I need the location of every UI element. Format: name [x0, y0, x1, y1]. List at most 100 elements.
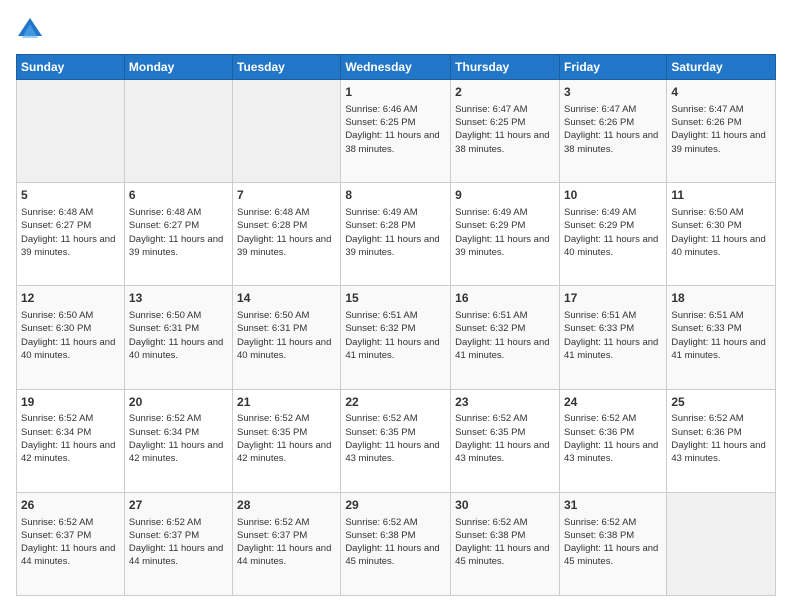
day-info: Sunrise: 6:50 AM Sunset: 6:31 PM Dayligh…	[129, 309, 228, 362]
header	[16, 16, 776, 44]
weekday-header-friday: Friday	[559, 55, 666, 80]
day-number: 27	[129, 497, 228, 514]
day-number: 18	[671, 290, 771, 307]
day-info: Sunrise: 6:52 AM Sunset: 6:38 PM Dayligh…	[455, 516, 555, 569]
day-info: Sunrise: 6:50 AM Sunset: 6:31 PM Dayligh…	[237, 309, 336, 362]
day-number: 9	[455, 187, 555, 204]
day-number: 1	[345, 84, 446, 101]
day-number: 29	[345, 497, 446, 514]
calendar-cell: 8 Sunrise: 6:49 AM Sunset: 6:28 PM Daylig…	[341, 183, 451, 286]
day-number: 14	[237, 290, 336, 307]
day-info: Sunrise: 6:52 AM Sunset: 6:36 PM Dayligh…	[564, 412, 662, 465]
day-number: 5	[21, 187, 120, 204]
calendar-cell: 19Sunrise: 6:52 AM Sunset: 6:34 PM Dayli…	[17, 389, 125, 492]
week-row-3: 12 Sunrise: 6:50 AM Sunset: 6:30 PM Dayli…	[17, 286, 776, 389]
day-info: Sunrise: 6:47 AM Sunset: 6:26 PM Dayligh…	[564, 103, 662, 156]
weekday-header-wednesday: Wednesday	[341, 55, 451, 80]
calendar-cell: 2Sunrise: 6:47 AM Sunset: 6:25 PM Daylig…	[451, 80, 560, 183]
day-number: 11	[671, 187, 771, 204]
day-info: Sunrise: 6:49 AM Sunset: 6:29 PM Dayligh…	[455, 206, 555, 259]
day-info: Sunrise: 6:51 AM Sunset: 6:32 PM Dayligh…	[345, 309, 446, 362]
day-info: Sunrise: 6:48 AM Sunset: 6:27 PM Dayligh…	[129, 206, 228, 259]
day-info: Sunrise: 6:47 AM Sunset: 6:26 PM Dayligh…	[671, 103, 771, 156]
day-number: 13	[129, 290, 228, 307]
calendar-cell: 31Sunrise: 6:52 AM Sunset: 6:38 PM Dayli…	[559, 492, 666, 595]
day-info: Sunrise: 6:49 AM Sunset: 6:29 PM Dayligh…	[564, 206, 662, 259]
calendar-cell: 29 Sunrise: 6:52 AM Sunset: 6:38 PM Dayli…	[341, 492, 451, 595]
day-number: 22	[345, 394, 446, 411]
day-number: 21	[237, 394, 336, 411]
day-info: Sunrise: 6:52 AM Sunset: 6:34 PM Dayligh…	[21, 412, 120, 465]
calendar-cell: 22Sunrise: 6:52 AM Sunset: 6:35 PM Dayli…	[341, 389, 451, 492]
calendar-cell: 28 Sunrise: 6:52 AM Sunset: 6:37 PM Dayli…	[233, 492, 341, 595]
calendar-cell: 7Sunrise: 6:48 AM Sunset: 6:28 PM Daylig…	[233, 183, 341, 286]
day-number: 28	[237, 497, 336, 514]
day-number: 6	[129, 187, 228, 204]
calendar-cell	[17, 80, 125, 183]
day-number: 3	[564, 84, 662, 101]
calendar-cell: 26Sunrise: 6:52 AM Sunset: 6:37 PM Dayli…	[17, 492, 125, 595]
logo-icon	[16, 16, 44, 44]
day-number: 20	[129, 394, 228, 411]
day-info: Sunrise: 6:52 AM Sunset: 6:35 PM Dayligh…	[237, 412, 336, 465]
day-info: Sunrise: 6:52 AM Sunset: 6:37 PM Dayligh…	[129, 516, 228, 569]
weekday-header-row: SundayMondayTuesdayWednesdayThursdayFrid…	[17, 55, 776, 80]
calendar-cell: 15Sunrise: 6:51 AM Sunset: 6:32 PM Dayli…	[341, 286, 451, 389]
calendar-cell: 1 Sunrise: 6:46 AM Sunset: 6:25 PM Daylig…	[341, 80, 451, 183]
calendar-cell: 16 Sunrise: 6:51 AM Sunset: 6:32 PM Dayli…	[451, 286, 560, 389]
weekday-header-saturday: Saturday	[667, 55, 776, 80]
calendar-cell: 6 Sunrise: 6:48 AM Sunset: 6:27 PM Daylig…	[124, 183, 232, 286]
calendar-cell: 24Sunrise: 6:52 AM Sunset: 6:36 PM Dayli…	[559, 389, 666, 492]
calendar-cell: 9 Sunrise: 6:49 AM Sunset: 6:29 PM Daylig…	[451, 183, 560, 286]
day-info: Sunrise: 6:51 AM Sunset: 6:33 PM Dayligh…	[671, 309, 771, 362]
calendar-cell: 3 Sunrise: 6:47 AM Sunset: 6:26 PM Daylig…	[559, 80, 666, 183]
calendar-cell: 27 Sunrise: 6:52 AM Sunset: 6:37 PM Dayli…	[124, 492, 232, 595]
calendar-cell: 21Sunrise: 6:52 AM Sunset: 6:35 PM Dayli…	[233, 389, 341, 492]
day-info: Sunrise: 6:52 AM Sunset: 6:35 PM Dayligh…	[345, 412, 446, 465]
day-number: 24	[564, 394, 662, 411]
calendar-cell: 4 Sunrise: 6:47 AM Sunset: 6:26 PM Daylig…	[667, 80, 776, 183]
week-row-5: 26Sunrise: 6:52 AM Sunset: 6:37 PM Dayli…	[17, 492, 776, 595]
day-number: 23	[455, 394, 555, 411]
calendar-cell: 5 Sunrise: 6:48 AM Sunset: 6:27 PM Daylig…	[17, 183, 125, 286]
calendar-cell: 23Sunrise: 6:52 AM Sunset: 6:35 PM Dayli…	[451, 389, 560, 492]
calendar-cell: 30 Sunrise: 6:52 AM Sunset: 6:38 PM Dayli…	[451, 492, 560, 595]
page: SundayMondayTuesdayWednesdayThursdayFrid…	[0, 0, 792, 612]
day-info: Sunrise: 6:52 AM Sunset: 6:38 PM Dayligh…	[345, 516, 446, 569]
calendar-cell: 25Sunrise: 6:52 AM Sunset: 6:36 PM Dayli…	[667, 389, 776, 492]
week-row-4: 19Sunrise: 6:52 AM Sunset: 6:34 PM Dayli…	[17, 389, 776, 492]
calendar-cell: 17 Sunrise: 6:51 AM Sunset: 6:33 PM Dayli…	[559, 286, 666, 389]
day-info: Sunrise: 6:50 AM Sunset: 6:30 PM Dayligh…	[21, 309, 120, 362]
day-number: 8	[345, 187, 446, 204]
day-info: Sunrise: 6:51 AM Sunset: 6:33 PM Dayligh…	[564, 309, 662, 362]
day-number: 19	[21, 394, 120, 411]
day-info: Sunrise: 6:48 AM Sunset: 6:27 PM Dayligh…	[21, 206, 120, 259]
day-info: Sunrise: 6:49 AM Sunset: 6:28 PM Dayligh…	[345, 206, 446, 259]
day-info: Sunrise: 6:48 AM Sunset: 6:28 PM Dayligh…	[237, 206, 336, 259]
calendar-cell: 14 Sunrise: 6:50 AM Sunset: 6:31 PM Dayli…	[233, 286, 341, 389]
day-number: 12	[21, 290, 120, 307]
calendar-cell: 18 Sunrise: 6:51 AM Sunset: 6:33 PM Dayli…	[667, 286, 776, 389]
day-number: 17	[564, 290, 662, 307]
calendar-cell	[667, 492, 776, 595]
logo	[16, 16, 48, 44]
weekday-header-sunday: Sunday	[17, 55, 125, 80]
day-number: 4	[671, 84, 771, 101]
day-info: Sunrise: 6:51 AM Sunset: 6:32 PM Dayligh…	[455, 309, 555, 362]
week-row-2: 5 Sunrise: 6:48 AM Sunset: 6:27 PM Daylig…	[17, 183, 776, 286]
calendar-cell	[124, 80, 232, 183]
day-number: 25	[671, 394, 771, 411]
weekday-header-tuesday: Tuesday	[233, 55, 341, 80]
day-info: Sunrise: 6:47 AM Sunset: 6:25 PM Dayligh…	[455, 103, 555, 156]
week-row-1: 1 Sunrise: 6:46 AM Sunset: 6:25 PM Daylig…	[17, 80, 776, 183]
day-info: Sunrise: 6:52 AM Sunset: 6:37 PM Dayligh…	[237, 516, 336, 569]
calendar-cell: 20Sunrise: 6:52 AM Sunset: 6:34 PM Dayli…	[124, 389, 232, 492]
day-number: 30	[455, 497, 555, 514]
day-number: 16	[455, 290, 555, 307]
calendar-cell: 12 Sunrise: 6:50 AM Sunset: 6:30 PM Dayli…	[17, 286, 125, 389]
day-number: 10	[564, 187, 662, 204]
calendar-cell: 11Sunrise: 6:50 AM Sunset: 6:30 PM Dayli…	[667, 183, 776, 286]
day-info: Sunrise: 6:46 AM Sunset: 6:25 PM Dayligh…	[345, 103, 446, 156]
weekday-header-thursday: Thursday	[451, 55, 560, 80]
weekday-header-monday: Monday	[124, 55, 232, 80]
